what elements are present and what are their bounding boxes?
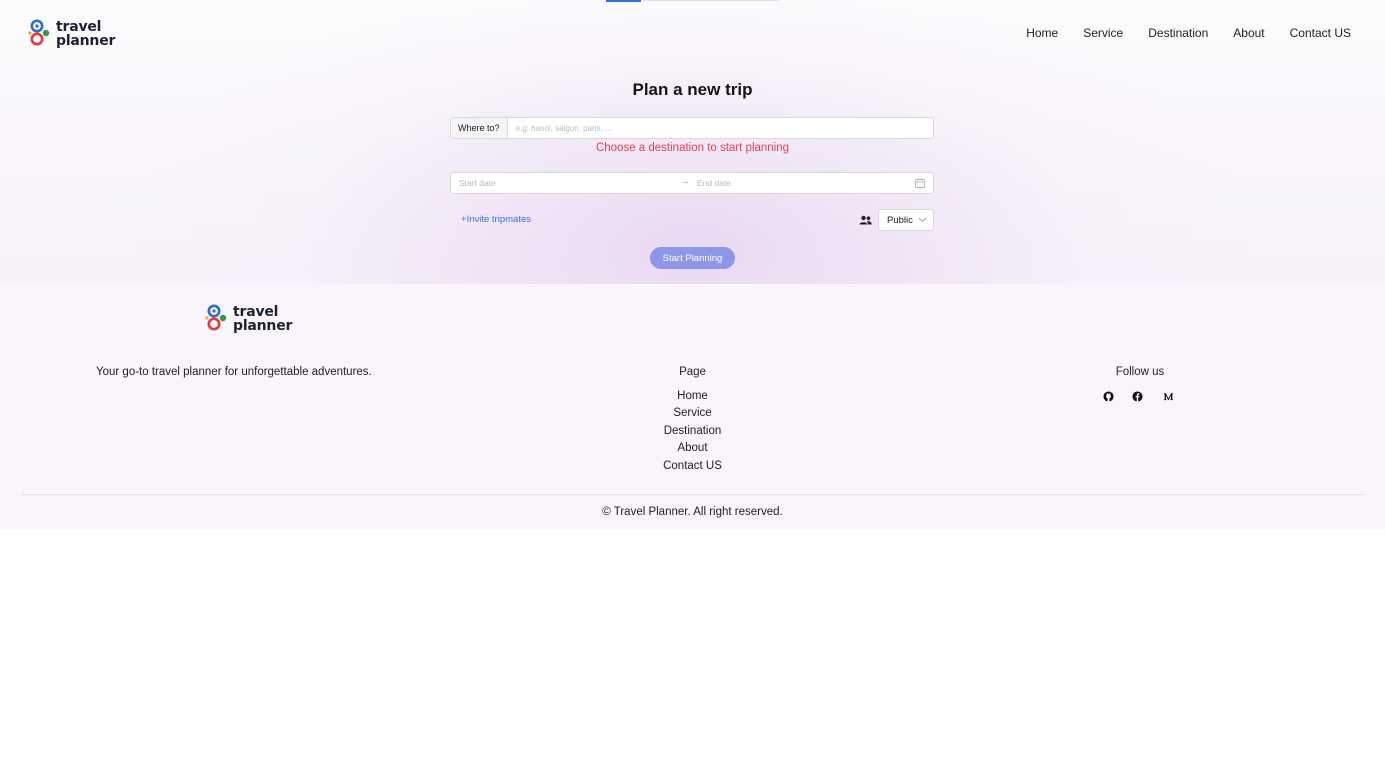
visibility-select[interactable]: Public	[878, 209, 934, 231]
logo-wordmark: travel planner	[56, 19, 116, 49]
logo-icon	[28, 19, 50, 46]
logo-wordmark: travel planner	[233, 304, 293, 334]
invite-tripmates-button[interactable]: +Invite tripmates	[461, 214, 531, 225]
invite-label: Invite tripmates	[466, 214, 531, 225]
destination-label: Where to?	[451, 118, 508, 138]
arrow-right-icon: →	[680, 176, 690, 187]
chevron-down-icon	[918, 217, 927, 223]
loading-bar-fill	[606, 0, 641, 2]
start-date-input[interactable]: Start date	[459, 178, 496, 188]
logo-icon	[205, 304, 227, 331]
nav-contact[interactable]: Contact US	[1290, 26, 1351, 40]
calendar-icon	[915, 178, 925, 188]
nav-about[interactable]: About	[1233, 26, 1264, 40]
visibility-value: Public	[887, 215, 913, 226]
date-range-picker[interactable]: Start date → End date	[450, 172, 934, 194]
footer-link-home[interactable]: Home	[0, 388, 1385, 405]
destination-input[interactable]	[507, 118, 933, 138]
end-date-input[interactable]: End date	[697, 178, 731, 188]
medium-icon[interactable]	[1163, 391, 1174, 402]
destination-field: Where to?	[450, 117, 934, 139]
footer-logo[interactable]: travel planner	[204, 304, 292, 334]
footer-page-links: Page Home Service Destination About Cont…	[0, 366, 1385, 475]
users-icon	[859, 215, 872, 225]
footer-divider	[22, 494, 1363, 495]
footer-follow-heading: Follow us	[1115, 366, 1165, 378]
footer-link-service[interactable]: Service	[0, 405, 1385, 422]
copyright-text: © Travel Planner. All right reserved.	[602, 506, 783, 518]
nav-destination[interactable]: Destination	[1148, 26, 1208, 40]
header-logo[interactable]: travel planner	[27, 19, 115, 49]
start-planning-button[interactable]: Start Planning	[650, 247, 735, 269]
footer-link-contact[interactable]: Contact US	[0, 458, 1385, 475]
nav-service[interactable]: Service	[1083, 26, 1123, 40]
nav-home[interactable]: Home	[1026, 26, 1058, 40]
main-nav: Home Service Destination About Contact U…	[1001, 26, 1351, 40]
footer-link-about[interactable]: About	[0, 440, 1385, 457]
facebook-icon[interactable]	[1132, 391, 1143, 402]
github-icon[interactable]	[1103, 391, 1114, 402]
destination-error-message: Choose a destination to start planning	[595, 142, 790, 154]
page-title: Plan a new trip	[632, 80, 753, 99]
footer-link-destination[interactable]: Destination	[0, 423, 1385, 440]
